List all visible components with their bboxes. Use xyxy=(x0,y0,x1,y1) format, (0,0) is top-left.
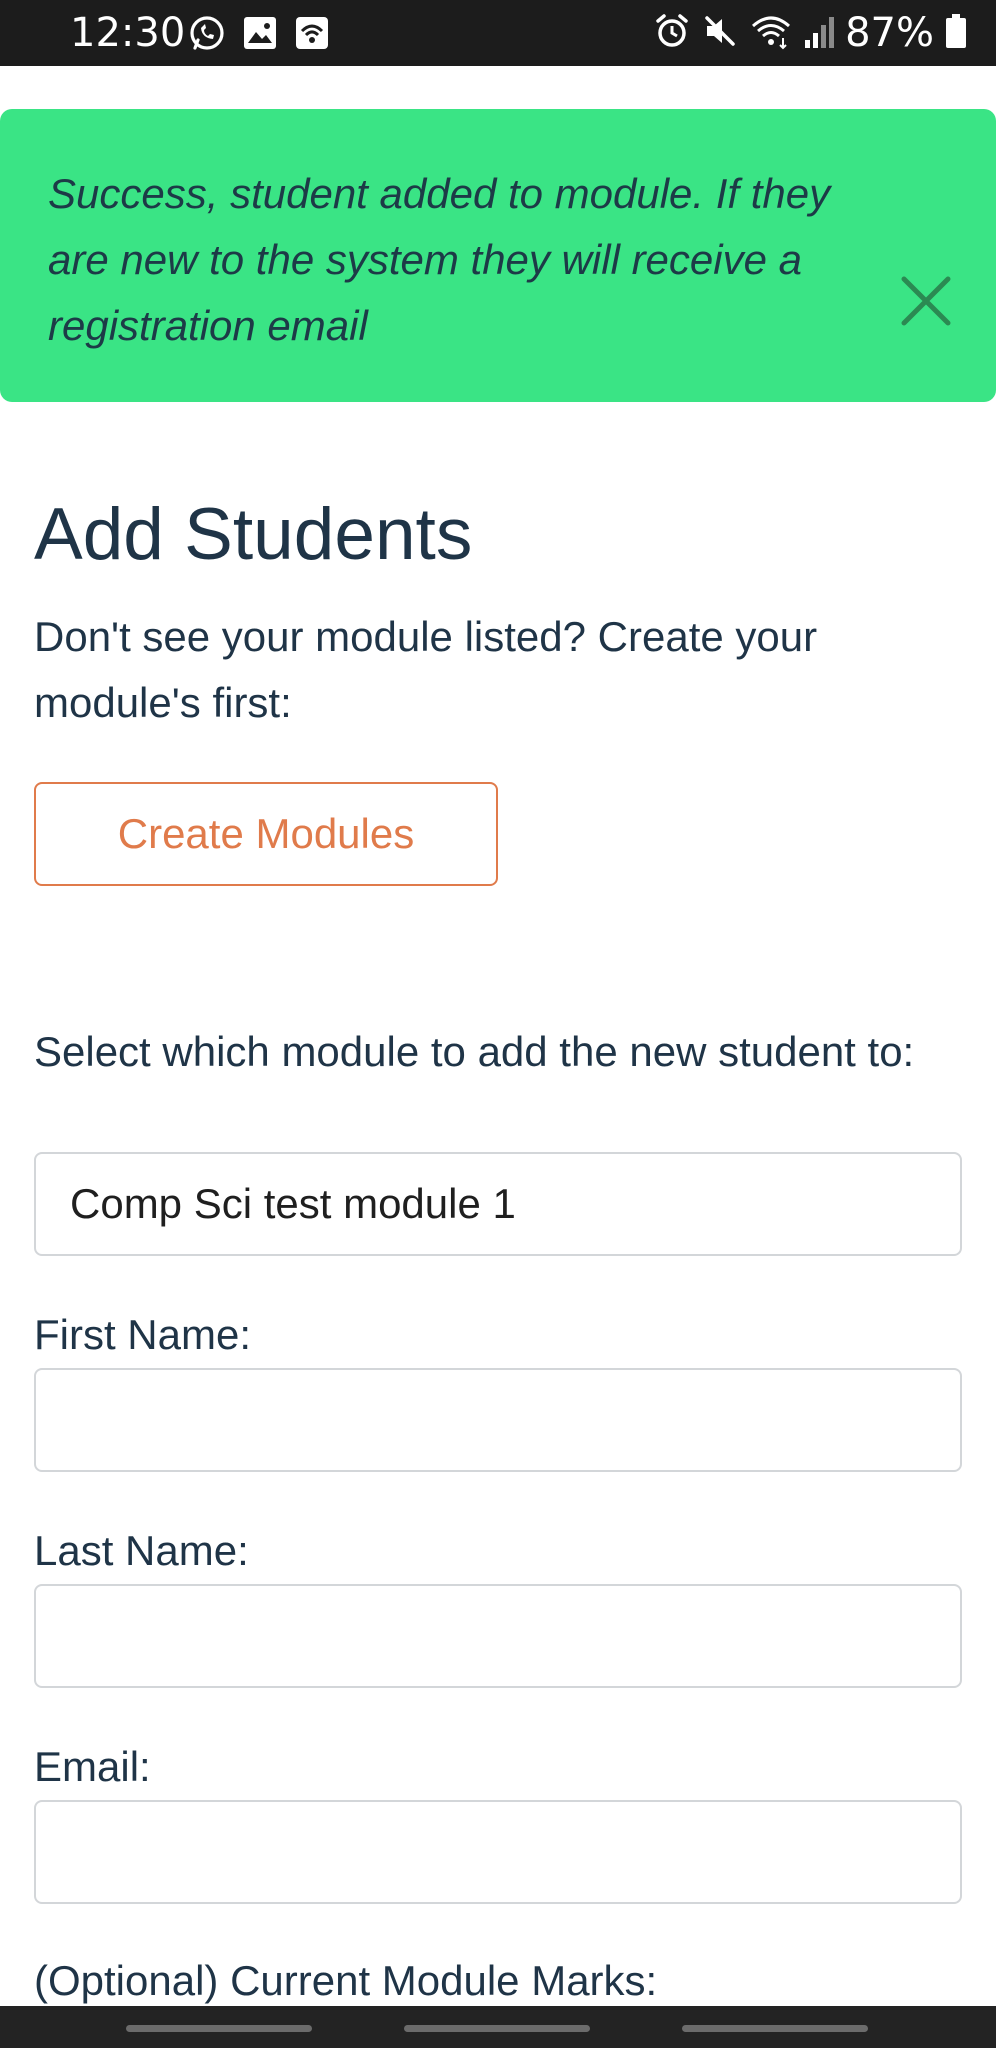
alert-message: Success, student added to module. If the… xyxy=(48,170,831,349)
module-select[interactable]: Comp Sci test module 1 xyxy=(34,1152,962,1256)
first-name-input[interactable] xyxy=(34,1368,962,1472)
nav-home-button[interactable] xyxy=(404,2025,590,2032)
signal-icon xyxy=(803,12,835,54)
status-left-icons xyxy=(188,14,330,56)
first-name-label: First Name: xyxy=(34,1311,252,1358)
status-bar: 12:30 87% xyxy=(0,0,996,66)
navigation-bar xyxy=(0,2006,996,2048)
create-modules-button[interactable]: Create Modules xyxy=(34,782,498,886)
battery-icon xyxy=(944,12,968,54)
alarm-icon xyxy=(653,12,691,54)
module-select-label: Select which module to add the new stude… xyxy=(34,1028,915,1075)
nav-back-button[interactable] xyxy=(682,2025,868,2032)
success-alert: Success, student added to module. If the… xyxy=(0,109,996,402)
email-label: Email: xyxy=(34,1743,151,1790)
last-name-label: Last Name: xyxy=(34,1527,249,1574)
page-title: Add Students xyxy=(34,494,473,575)
status-right: 87% xyxy=(653,8,968,58)
status-time: 12:30 xyxy=(70,10,186,56)
module-marks-label: (Optional) Current Module Marks: xyxy=(34,1957,658,2004)
email-input[interactable] xyxy=(34,1800,962,1904)
whatsapp-icon xyxy=(188,14,226,56)
last-name-input[interactable] xyxy=(34,1584,962,1688)
image-icon xyxy=(242,15,278,55)
close-alert-button[interactable] xyxy=(896,271,956,331)
intro-text: Don't see your module listed? Create you… xyxy=(34,613,818,726)
mute-icon xyxy=(701,12,739,54)
module-select-value: Comp Sci test module 1 xyxy=(70,1180,516,1227)
wifi-icon xyxy=(749,12,793,54)
nav-recents-button[interactable] xyxy=(126,2025,312,2032)
close-icon xyxy=(896,276,956,334)
battery-percentage: 87% xyxy=(845,10,934,56)
wifi-hotspot-icon xyxy=(294,15,330,55)
